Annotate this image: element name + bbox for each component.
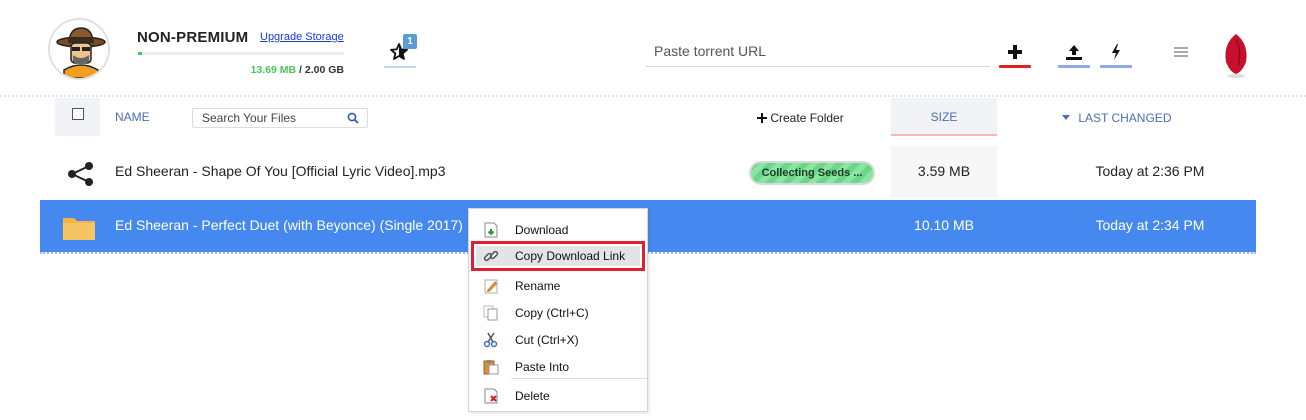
- create-folder-button[interactable]: Create Folder: [757, 111, 844, 125]
- paste-icon: [483, 360, 499, 375]
- last-changed-label: LAST CHANGED: [1078, 111, 1172, 125]
- status-badge: Collecting Seeds ...: [749, 161, 875, 185]
- select-all-cell: [55, 98, 100, 136]
- storage-progress-bar: [138, 52, 344, 55]
- file-row[interactable]: Ed Sheeran - Shape Of You [Official Lyri…: [40, 146, 1256, 198]
- brand-logo[interactable]: [1222, 32, 1250, 78]
- share-icon: [68, 162, 93, 186]
- ctx-copy[interactable]: Copy (Ctrl+C): [469, 300, 647, 326]
- storage-usage-text: 13.69 MB / 2.00 GB: [138, 64, 344, 76]
- ctx-delete[interactable]: Delete: [469, 383, 647, 409]
- file-size: 10.10 MB: [914, 217, 974, 233]
- cut-icon: [483, 332, 498, 348]
- name-column-header[interactable]: NAME: [115, 110, 150, 124]
- plus-icon: [757, 113, 767, 123]
- ctx-delete-label: Delete: [515, 389, 550, 403]
- ctx-copy-download-link[interactable]: Copy Download Link: [469, 243, 647, 269]
- lightning-icon: [1112, 44, 1120, 60]
- sort-down-icon: [1062, 115, 1070, 120]
- search-icon[interactable]: [347, 112, 359, 124]
- size-column-cell: SIZE: [891, 98, 997, 136]
- delete-icon: [484, 388, 498, 404]
- add-button-underline: [999, 65, 1031, 68]
- file-search-box: [192, 108, 368, 128]
- rename-icon: [484, 279, 498, 294]
- main-menu-button[interactable]: [1165, 36, 1197, 68]
- context-menu-separator: [511, 378, 647, 379]
- ctx-rename[interactable]: Rename: [469, 273, 647, 299]
- torrent-url-input[interactable]: [646, 35, 990, 67]
- download-icon: [484, 222, 498, 238]
- storage-total-value: / 2.00 GB: [299, 64, 344, 76]
- flash-button-underline: [1100, 65, 1132, 68]
- last-changed-column-header[interactable]: LAST CHANGED: [1062, 111, 1171, 125]
- link-icon: [483, 250, 499, 262]
- file-row-selected[interactable]: Ed Sheeran - Perfect Duet (with Beyonce)…: [40, 200, 1256, 254]
- storage-used-value: 13.69 MB: [250, 64, 297, 76]
- header-divider: [0, 95, 1306, 97]
- file-last-changed: Today at 2:34 PM: [1095, 217, 1205, 233]
- file-name: Ed Sheeran - Perfect Duet (with Beyonce)…: [115, 217, 463, 233]
- favorites-underline: [384, 66, 416, 68]
- cowboy-avatar-icon: [50, 20, 108, 78]
- folder-icon: [63, 218, 95, 240]
- file-search-input[interactable]: [193, 109, 343, 127]
- ctx-cut[interactable]: Cut (Ctrl+X): [469, 327, 647, 353]
- file-name: Ed Sheeran - Shape Of You [Official Lyri…: [115, 163, 446, 179]
- flash-button[interactable]: [1100, 36, 1132, 68]
- add-torrent-button[interactable]: [999, 36, 1031, 68]
- ctx-download-label: Download: [515, 223, 569, 237]
- file-last-changed: Today at 2:36 PM: [1095, 163, 1205, 179]
- favorites-count-badge: 1: [403, 34, 417, 49]
- context-menu: Download Copy Download Link Rename Copy …: [468, 208, 648, 412]
- upgrade-storage-link[interactable]: Upgrade Storage: [260, 31, 344, 43]
- upload-button-underline: [1058, 65, 1090, 68]
- file-table-header: NAME Create Folder SIZE LAST CHANGED: [55, 98, 1255, 136]
- storage-progress-fill: [138, 52, 143, 55]
- favorites-button[interactable]: 1: [384, 34, 417, 68]
- ctx-rename-label: Rename: [515, 279, 561, 293]
- size-column-header[interactable]: SIZE: [891, 110, 997, 124]
- app-header: NON-PREMIUM Upgrade Storage 13.69 MB / 2…: [0, 0, 1306, 97]
- seed-logo-icon: [1225, 34, 1247, 78]
- ctx-copy-label: Copy (Ctrl+C): [515, 306, 589, 320]
- ctx-paste-label: Paste Into: [515, 360, 570, 374]
- file-size: 3.59 MB: [917, 163, 971, 179]
- upload-button[interactable]: [1058, 36, 1090, 68]
- upload-icon: [1066, 45, 1082, 60]
- ctx-copy-link-label: Copy Download Link: [515, 249, 626, 263]
- account-type-label: NON-PREMIUM: [137, 29, 249, 46]
- user-avatar[interactable]: [48, 18, 110, 80]
- ctx-download[interactable]: Download: [469, 217, 647, 243]
- create-folder-label: Create Folder: [770, 111, 844, 125]
- ctx-paste-into[interactable]: Paste Into: [469, 354, 647, 380]
- plus-icon: [1008, 45, 1022, 59]
- copy-icon: [483, 305, 498, 321]
- hamburger-menu-icon: [1174, 47, 1188, 57]
- ctx-cut-label: Cut (Ctrl+X): [515, 333, 579, 347]
- select-all-checkbox[interactable]: [72, 108, 84, 120]
- size-column-underline: [891, 134, 997, 136]
